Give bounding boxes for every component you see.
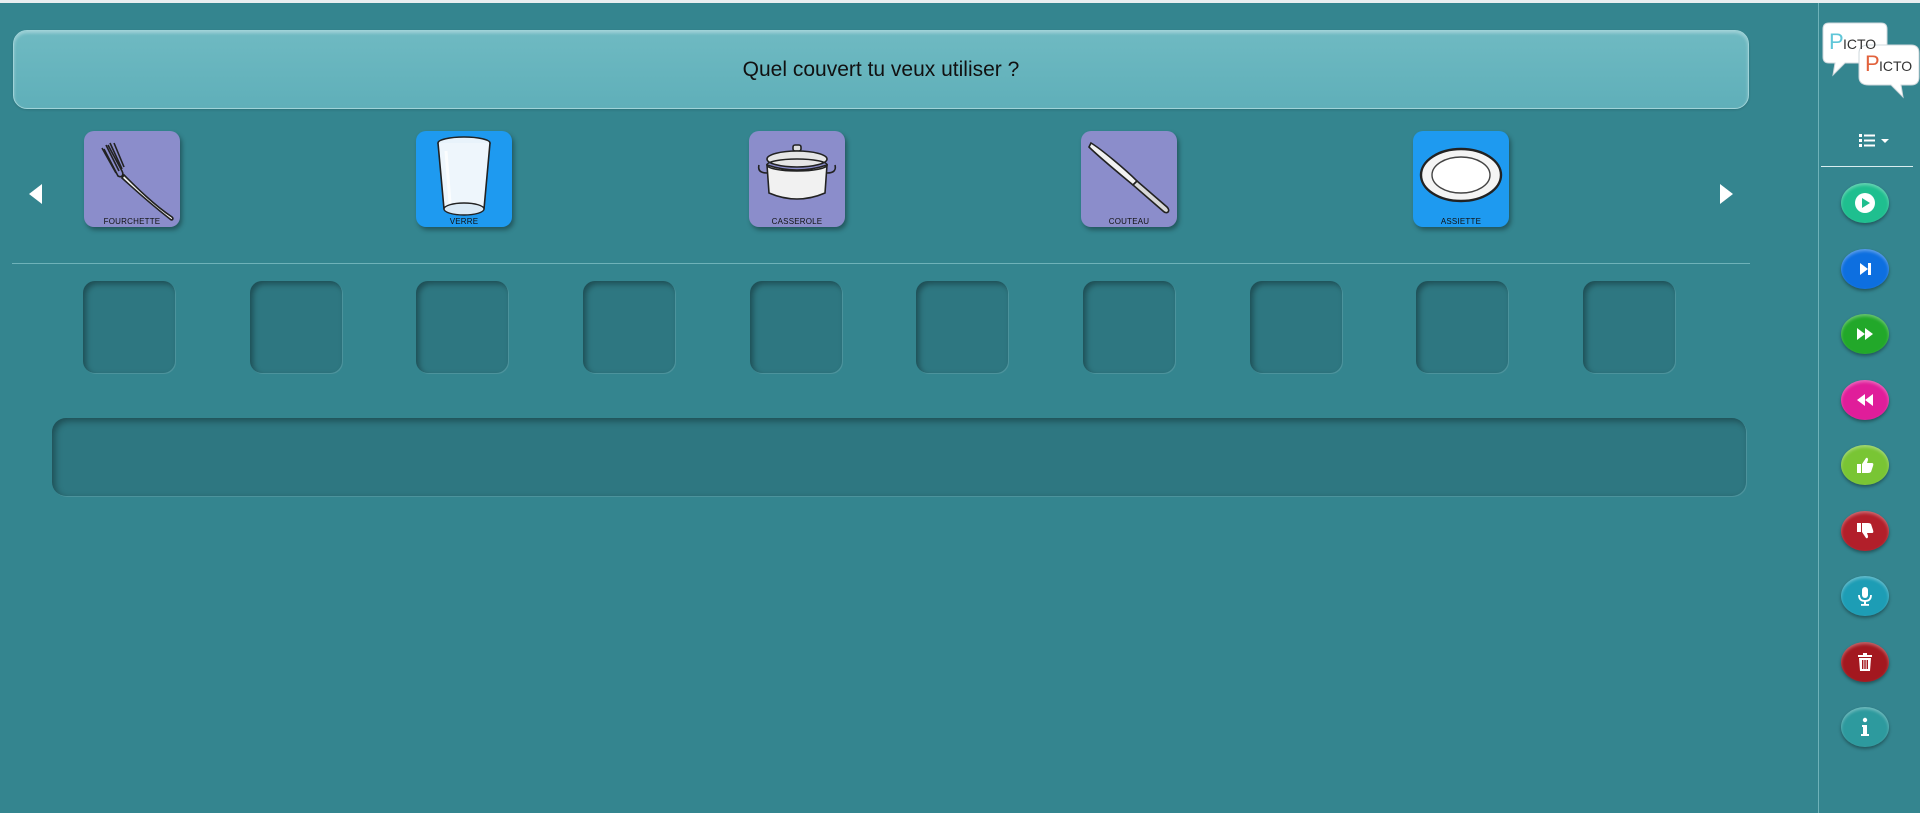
thumbs-up-icon [1857, 457, 1874, 473]
picto-card-couteau[interactable]: COUTEAU [1081, 131, 1177, 227]
picto-label: VERRE [449, 217, 479, 226]
answer-slot[interactable] [1583, 281, 1675, 373]
list-menu-dropdown[interactable] [1855, 129, 1895, 151]
previous-arrow-button[interactable] [22, 181, 48, 207]
glass-icon [437, 136, 491, 216]
divider [12, 263, 1750, 264]
picto-card-casserole[interactable]: CASSEROLE [749, 131, 845, 227]
picto-card-assiette[interactable]: ASSIETTE [1413, 131, 1509, 227]
answer-slot[interactable] [250, 281, 342, 373]
next-button[interactable] [1841, 249, 1889, 289]
sentence-strip[interactable] [52, 418, 1746, 496]
microphone-icon [1858, 587, 1872, 606]
answer-slot[interactable] [1250, 281, 1342, 373]
main-area: Quel couvert tu veux utiliser ? FOURCHET… [0, 3, 1818, 813]
plate-icon [1419, 147, 1503, 203]
info-icon [1861, 717, 1869, 736]
play-button[interactable] [1841, 183, 1889, 223]
logo-initial: P [1829, 29, 1844, 54]
logo-text-line2: ICTO [1879, 58, 1912, 74]
picto-card-fourchette[interactable]: FOURCHETTE [84, 131, 180, 227]
microphone-button[interactable] [1841, 576, 1889, 616]
answer-slot[interactable] [750, 281, 842, 373]
picto-label: CASSEROLE [771, 217, 823, 226]
answer-slot[interactable] [916, 281, 1008, 373]
saucepan-icon [757, 144, 837, 200]
picto-label: FOURCHETTE [103, 217, 161, 226]
answer-slot[interactable] [1416, 281, 1508, 373]
list-icon [1859, 134, 1889, 147]
answer-slot[interactable] [1083, 281, 1175, 373]
next-arrow-button[interactable] [1714, 181, 1740, 207]
skip-next-icon [1860, 263, 1871, 275]
trash-icon [1858, 653, 1872, 671]
picto-picto-logo: P ICTO P ICTO [1819, 21, 1920, 101]
thumbs-down-icon [1857, 523, 1874, 539]
rewind-icon [1857, 394, 1873, 406]
thumbs-up-button[interactable] [1841, 445, 1889, 485]
thumbs-down-button[interactable] [1841, 511, 1889, 551]
delete-button[interactable] [1841, 642, 1889, 682]
knife-icon [1088, 141, 1170, 214]
picto-label: ASSIETTE [1440, 217, 1482, 226]
caret-right-icon [1720, 184, 1733, 204]
answer-slot[interactable] [83, 281, 175, 373]
fast-forward-icon [1857, 328, 1873, 340]
logo-initial: P [1865, 51, 1880, 76]
answer-slot[interactable] [583, 281, 675, 373]
play-icon [1855, 193, 1875, 213]
fork-icon [101, 142, 174, 221]
logo-text-line1: ICTO [1843, 36, 1876, 52]
picto-card-verre[interactable]: VERRE [416, 131, 512, 227]
question-banner: Quel couvert tu veux utiliser ? [13, 30, 1749, 109]
control-sidebar: P ICTO P ICTO [1818, 3, 1920, 813]
fast-forward-button[interactable] [1841, 314, 1889, 354]
rewind-button[interactable] [1841, 380, 1889, 420]
sidebar-separator [1821, 166, 1913, 167]
info-button[interactable] [1841, 707, 1889, 747]
caret-left-icon [29, 184, 42, 204]
answer-slot[interactable] [416, 281, 508, 373]
question-text: Quel couvert tu veux utiliser ? [742, 57, 1020, 81]
picto-label: COUTEAU [1108, 217, 1150, 226]
